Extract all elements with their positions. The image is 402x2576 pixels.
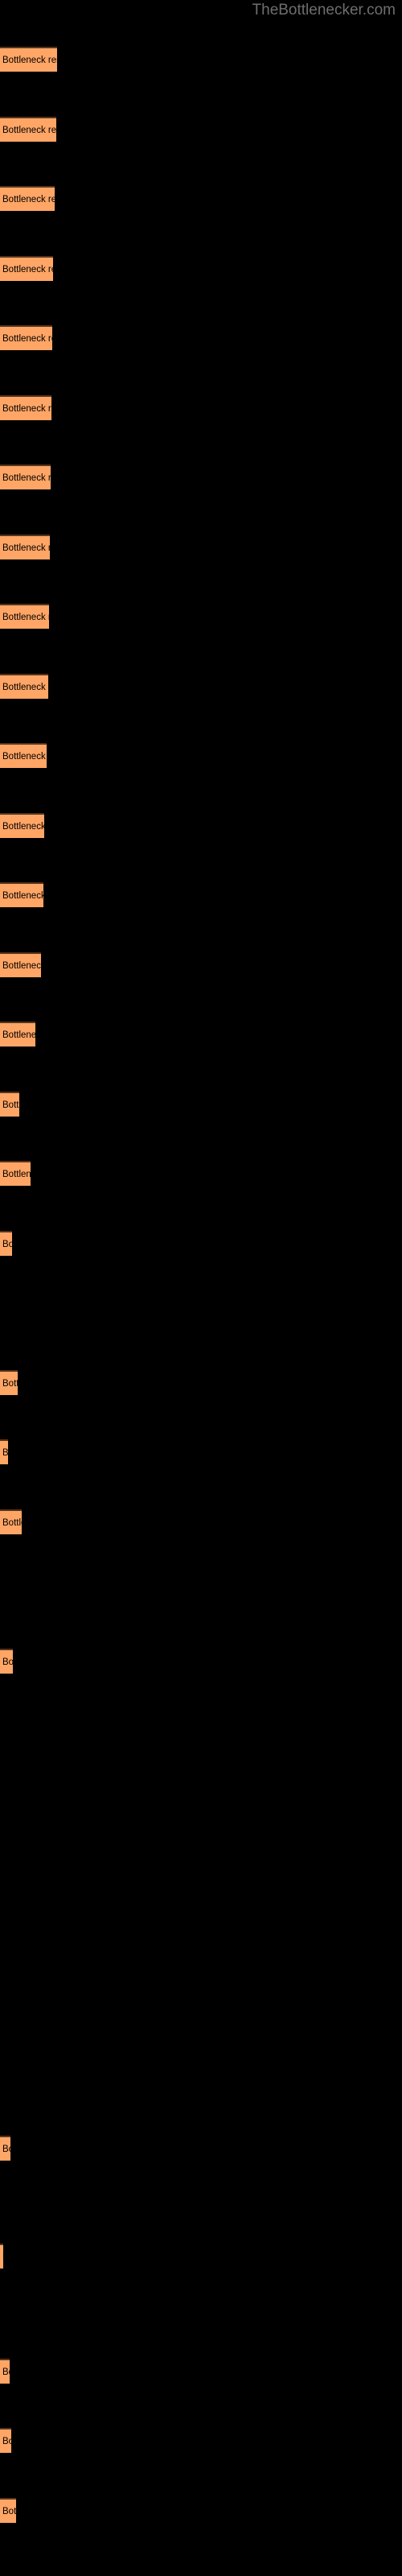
bar-label: Bottleneck result — [2, 333, 52, 344]
bar-4: Bottleneck result — [0, 325, 52, 350]
bar-6: Bottleneck result — [0, 464, 51, 489]
bar-14: Bottleneck result — [0, 1022, 35, 1046]
bar-0: Bottleneck result — [0, 47, 57, 72]
bar-label: Bottleneck result — [2, 1169, 31, 1179]
bar-label: Bottleneck result — [2, 473, 51, 483]
bar-label: Bottleneck result — [2, 821, 44, 832]
horizontal-bar-chart: Bottleneck result Bottleneck result Bottle… — [0, 0, 402, 2576]
bar-label: Bottleneck result — [2, 1239, 12, 1249]
bar-13: Bottleneck result — [0, 952, 41, 977]
bar-label: Bottleneck result — [2, 1657, 13, 1667]
bar-label: Bottleneck result — [2, 612, 49, 622]
bar-label: Bottleneck result — [2, 264, 53, 275]
bar-label: Bottleneck result — [2, 751, 47, 762]
bar-label: Bottleneck result — [2, 890, 43, 901]
bar-label: Bottleneck result — [2, 543, 50, 553]
bar-label: Bottleneck result — [2, 1030, 35, 1040]
bar-label: Bottleneck result — [2, 1100, 19, 1110]
bar-label: Bottleneck result — [2, 2252, 3, 2262]
bar-label: Bottleneck result — [2, 960, 41, 971]
bar-20: Bottleneck result — [0, 1509, 22, 1534]
bar-label: Bottleneck result — [2, 403, 51, 414]
bar-label: Bottleneck result — [2, 2367, 10, 2377]
bar-19: Bottleneck result — [0, 1439, 8, 1464]
bar-label: Bottleneck result — [2, 2506, 16, 2516]
bar-16: Bottleneck result — [0, 1161, 31, 1186]
bar-17: Bottleneck result — [0, 1231, 12, 1256]
bar-label: Bottleneck result — [2, 1517, 22, 1528]
bar-23: Bottleneck result — [0, 2244, 3, 2268]
bar-label: Bottleneck result — [2, 682, 48, 692]
bar-11: Bottleneck result — [0, 813, 44, 838]
bar-12: Bottleneck result — [0, 882, 43, 907]
bar-10: Bottleneck result — [0, 743, 47, 768]
bar-label: Bottleneck result — [2, 125, 56, 135]
bar-label: Bottleneck result — [2, 55, 57, 65]
bar-label: Bottleneck result — [2, 2436, 11, 2446]
bar-5: Bottleneck result — [0, 395, 51, 420]
bar-8: Bottleneck result — [0, 604, 49, 629]
bar-label: Bottleneck result — [2, 1447, 8, 1458]
bar-1: Bottleneck result — [0, 117, 56, 142]
bar-3: Bottleneck result — [0, 256, 53, 281]
bar-label: Bottleneck result — [2, 2144, 10, 2154]
bar-15: Bottleneck result — [0, 1092, 19, 1117]
bar-2: Bottleneck result — [0, 186, 55, 211]
bar-9: Bottleneck result — [0, 674, 48, 699]
bar-label: Bottleneck result — [2, 194, 55, 204]
bar-24: Bottleneck result — [0, 2359, 10, 2384]
bar-7: Bottleneck result — [0, 535, 50, 559]
bar-26: Bottleneck result — [0, 2498, 16, 2523]
bar-label: Bottleneck result — [2, 1378, 18, 1389]
bar-21: Bottleneck result — [0, 1649, 13, 1674]
bar-18: Bottleneck result — [0, 1370, 18, 1395]
bar-25: Bottleneck result — [0, 2428, 11, 2453]
bar-22: Bottleneck result — [0, 2136, 10, 2161]
